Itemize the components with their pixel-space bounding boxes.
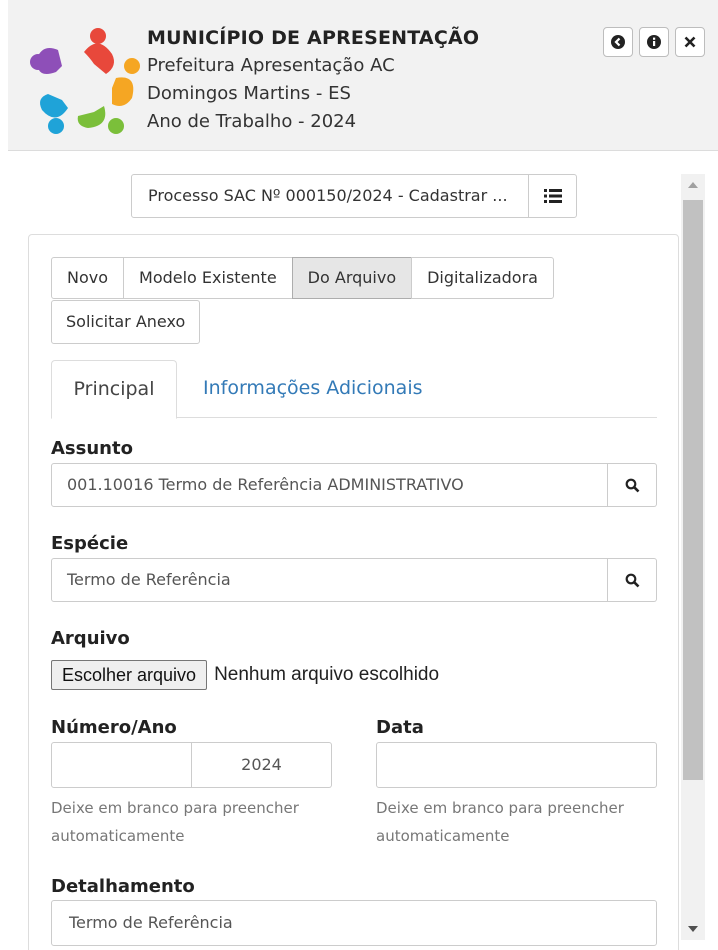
especie-label: Espécie <box>51 533 129 554</box>
scrollbar[interactable] <box>681 174 705 940</box>
scroll-up-arrow[interactable] <box>681 174 705 196</box>
close-icon <box>684 36 696 48</box>
file-input: Escolher arquivo Nenhum arquivo escolhid… <box>51 660 439 690</box>
prefecture-name: Prefeitura Apresentação AC <box>147 55 395 76</box>
form-tabs: Principal Informações Adicionais <box>51 360 657 419</box>
info-button[interactable] <box>639 27 669 57</box>
arquivo-label: Arquivo <box>51 628 130 649</box>
modelo-existente-button[interactable]: Modelo Existente <box>123 257 293 299</box>
do-arquivo-button[interactable]: Do Arquivo <box>291 257 413 299</box>
data-label: Data <box>376 717 424 738</box>
caret-down-icon <box>688 926 698 932</box>
back-button[interactable] <box>603 27 633 57</box>
info-icon <box>647 35 661 49</box>
search-icon <box>625 573 639 587</box>
assunto-label: Assunto <box>51 438 133 459</box>
file-status: Nenhum arquivo escolhido <box>214 664 440 685</box>
scrollbar-thumb[interactable] <box>683 200 703 780</box>
detalhamento-label: Detalhamento <box>51 876 195 897</box>
data-input[interactable] <box>376 742 657 788</box>
assunto-input[interactable]: 001.10016 Termo de Referência ADMINISTRA… <box>51 463 608 507</box>
numero-help-text: Deixe em branco para preencher automatic… <box>51 799 299 845</box>
search-icon <box>625 478 639 492</box>
close-button[interactable] <box>675 27 705 57</box>
caret-up-icon <box>688 182 698 188</box>
municipality-logo <box>30 28 140 134</box>
numero-ano-label: Número/Ano <box>51 717 177 738</box>
ano-input[interactable]: 2024 <box>192 742 332 788</box>
list-icon <box>543 189 562 203</box>
scroll-down-arrow[interactable] <box>681 918 705 940</box>
solicitar-anexo-button[interactable]: Solicitar Anexo <box>51 300 201 344</box>
assunto-field-group: 001.10016 Termo de Referência ADMINISTRA… <box>51 463 657 507</box>
work-year: Ano de Trabalho - 2024 <box>147 111 357 132</box>
process-label[interactable]: Processo SAC Nº 000150/2024 - Cadastrar … <box>132 175 528 217</box>
novo-button[interactable]: Novo <box>51 257 125 299</box>
process-list-button[interactable] <box>528 175 576 217</box>
municipality-location: Domingos Martins - ES <box>147 83 351 104</box>
numero-ano-group: 2024 <box>51 742 332 788</box>
detalhamento-input[interactable]: Termo de Referência <box>51 900 657 946</box>
tab-principal[interactable]: Principal <box>51 360 177 419</box>
process-selector[interactable]: Processo SAC Nº 000150/2024 - Cadastrar … <box>131 174 577 218</box>
organization-title: MUNICÍPIO DE APRESENTAÇÃO <box>147 27 480 49</box>
numero-input[interactable] <box>51 742 192 788</box>
assunto-search-button[interactable] <box>608 463 657 507</box>
choose-file-button[interactable]: Escolher arquivo <box>51 660 208 690</box>
attach-source-group: Novo Modelo Existente Do Arquivo Digital… <box>51 257 554 299</box>
data-help-text: Deixe em branco para preencher automatic… <box>376 799 624 845</box>
especie-search-button[interactable] <box>608 558 657 602</box>
digitalizadora-button[interactable]: Digitalizadora <box>411 257 554 299</box>
especie-field-group: Termo de Referência <box>51 558 657 602</box>
tab-informacoes-adicionais[interactable]: Informações Adicionais <box>203 360 423 419</box>
especie-input[interactable]: Termo de Referência <box>51 558 608 602</box>
back-icon <box>611 35 625 49</box>
app-header: MUNICÍPIO DE APRESENTAÇÃO Prefeitura Apr… <box>8 0 718 151</box>
